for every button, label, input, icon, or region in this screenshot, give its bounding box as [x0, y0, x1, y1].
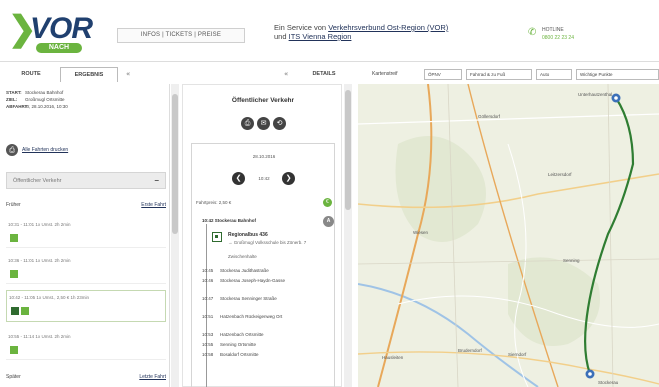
service-text: Ein Service von Verkehrsverbund Ost-Regi… — [274, 23, 449, 41]
stop-row: 10:45 Stockerau Judithastraße — [202, 268, 269, 273]
time-navigator: ❮ 10:42 ❯ — [232, 172, 296, 186]
vor-link[interactable]: Verkehrsverbund Ost-Region (VOR) — [328, 23, 448, 32]
stop-a-badge: A — [323, 216, 334, 227]
trip-text: 10:31 - 11:01 1x Umst. 2h 2min — [8, 222, 71, 227]
later-row: Später Letzte Fahrt — [6, 374, 166, 382]
dest-value: Großmugl Ortsmitte — [25, 97, 65, 102]
results-panel: START: Stockerau Bahnhof ZIEL: Großmugl Or… — [0, 84, 170, 387]
trip-summary: START: Stockerau Bahnhof ZIEL: Großmugl Or… — [6, 90, 166, 111]
hotline-number: 0800 22 23 24 — [542, 35, 574, 41]
svg-text:Sierndorf: Sierndorf — [508, 352, 527, 357]
collapse-middle-icon[interactable]: « — [284, 70, 288, 78]
collapse-icon[interactable]: – — [155, 176, 159, 185]
last-trip-link[interactable]: Letzte Fahrt — [139, 374, 166, 380]
trip-option[interactable]: 10:31 - 11:01 1x Umst. 2h 2min — [6, 218, 166, 248]
bus-icon — [10, 270, 18, 278]
print-icon[interactable]: ⎙ — [241, 117, 254, 130]
select-bike-walk[interactable]: Fahrrad & zu Fuß — [466, 69, 532, 80]
euro-icon: € — [323, 198, 332, 207]
route-line — [206, 224, 207, 387]
departure-value: Fr, 28.10.2016, 10:30 — [25, 104, 68, 109]
next-icon[interactable]: ❯ — [282, 172, 295, 185]
map-canvas: Unterhautzenthal Göllersdorf Leitzersdor… — [358, 84, 659, 387]
scroll-thumb[interactable] — [345, 90, 351, 210]
results-scrollbar[interactable] — [171, 84, 179, 387]
collapse-left-icon[interactable]: « — [126, 70, 130, 78]
details-scrollbar[interactable] — [344, 84, 352, 387]
stop-row: 10:58 Bosaldorf Ortsmitte — [202, 352, 259, 357]
walk-icon — [21, 307, 29, 315]
hotline-label: HOTLINE — [542, 27, 564, 33]
svg-text:Stockerau: Stockerau — [598, 380, 619, 385]
trip-detail-card: 28.10.2016 ❮ 10:42 ❯ Fahrtpreis: 2,50 € … — [191, 143, 335, 387]
trip-text: 10:42 - 11:05 1x Umst., 2,50 € 1h 23min — [9, 295, 89, 300]
departure-stop: 10:42 Stockerau Bahnhof — [202, 218, 257, 223]
stop-row: 10:55 Senning Ortsmitte — [202, 342, 257, 347]
logo-text: VOR — [30, 12, 93, 45]
earlier-row: Früher Erste Fahrt — [6, 202, 166, 210]
tab-details[interactable]: DETAILS — [298, 67, 350, 82]
print-all-trips[interactable]: ⎙ Alle Fahrten drucken — [6, 144, 166, 156]
mail-icon[interactable]: ✉ — [257, 117, 270, 130]
select-poi[interactable]: Wichtige Punkte — [576, 69, 659, 80]
line-direction: → Großmugl Volksschule bis Zönerb. 7 — [228, 240, 307, 245]
start-label: START: — [6, 90, 22, 95]
svg-text:Senning: Senning — [563, 258, 580, 263]
its-link[interactable]: ITS Vienna Region — [289, 32, 352, 41]
svg-text:Bruderndorf: Bruderndorf — [458, 348, 483, 353]
svg-text:Wiesen: Wiesen — [413, 230, 429, 235]
trip-option[interactable]: 10:36 - 11:01 1x Umst. 2h 2min — [6, 254, 166, 284]
departure-label: ABFAHRT: — [6, 104, 29, 109]
svg-text:Unterhautzenthal: Unterhautzenthal — [578, 92, 612, 97]
mode-label: Öffentlicher Verkehr — [13, 178, 62, 184]
phone-icon: ✆ — [528, 27, 537, 38]
stop-row: 10:53 Hatzenbach Ortsmitte — [202, 332, 264, 337]
transport-mode-select[interactable]: Öffentlicher Verkehr – — [6, 172, 166, 189]
map-toolbar: Kartenstreif ÖPNV Fahrrad & zu Fuß Auto … — [362, 67, 659, 82]
details-title: Öffentlicher Verkehr — [231, 97, 295, 104]
bus-icon — [10, 234, 18, 242]
map-view[interactable]: Unterhautzenthal Göllersdorf Leitzersdor… — [358, 84, 659, 387]
map-toolbar-label: Kartenstreif — [372, 71, 398, 77]
bus-icon — [212, 232, 222, 242]
trip-text: 10:55 - 11:14 1x Umst. 2h 2min — [8, 334, 71, 339]
vor-logo[interactable]: ❯ VOR NACH — [8, 12, 108, 54]
earlier-label[interactable]: Früher — [6, 202, 21, 208]
prev-icon[interactable]: ❮ — [232, 172, 245, 185]
header: ❯ VOR NACH INFOS | TICKETS | PREISE Ein … — [0, 0, 659, 62]
stop-row: 10:51 Hatzenbach Rückeigenweg Ort — [202, 314, 283, 319]
print-icon: ⎙ — [6, 144, 18, 156]
tab-result[interactable]: ERGEBNIS — [60, 67, 118, 82]
later-label[interactable]: Später — [6, 374, 21, 380]
trip-date: 28.10.2016 — [252, 154, 276, 159]
trip-text: 10:36 - 11:01 1x Umst. 2h 2min — [8, 258, 71, 263]
intermediate-stops-label[interactable]: Zwischenhalte — [228, 254, 257, 259]
trip-option[interactable]: 10:55 - 11:14 1x Umst. 2h 2min — [6, 330, 166, 360]
line-name[interactable]: Regionalbus 436 — [228, 232, 268, 238]
tab-bar: ROUTE ERGEBNIS « « DETAILS Kartenstreif … — [0, 67, 659, 83]
svg-text:Göllersdorf: Göllersdorf — [478, 114, 501, 119]
svg-text:Leitzersdorf: Leitzersdorf — [548, 172, 572, 177]
select-oepnv[interactable]: ÖPNV — [424, 69, 462, 80]
print-all-label: Alle Fahrten drucken — [22, 147, 69, 153]
scroll-thumb[interactable] — [172, 94, 178, 234]
logo-sub-text: NACH — [36, 43, 82, 53]
first-trip-link[interactable]: Erste Fahrt — [141, 202, 166, 208]
trip-option-selected[interactable]: 10:42 - 11:05 1x Umst., 2,50 € 1h 23min — [6, 290, 166, 322]
trip-time: 10:42 — [258, 176, 270, 181]
fare-text: Fahrtpreis: 2,50 € — [196, 200, 232, 205]
details-actions: ⎙ ✉ ⟲ — [241, 117, 287, 131]
start-value: Stockerau Bahnhof — [25, 90, 64, 95]
stop-row: 10:47 Stockerau Senninger Straße — [202, 296, 277, 301]
details-panel: Öffentlicher Verkehr ⎙ ✉ ⟲ 28.10.2016 ❮ … — [182, 84, 342, 387]
share-icon[interactable]: ⟲ — [273, 117, 286, 130]
dest-label: ZIEL: — [6, 97, 18, 102]
svg-text:Hausleiten: Hausleiten — [382, 355, 404, 360]
tab-route[interactable]: ROUTE — [10, 67, 52, 82]
info-tickets-button[interactable]: INFOS | TICKETS | PREISE — [117, 28, 245, 43]
stop-row: 10:46 Stockerau Joseph-Haydn-Gasse — [202, 278, 286, 283]
select-car[interactable]: Auto — [536, 69, 572, 80]
bus-icon — [10, 346, 18, 354]
bus-icon — [11, 307, 19, 315]
